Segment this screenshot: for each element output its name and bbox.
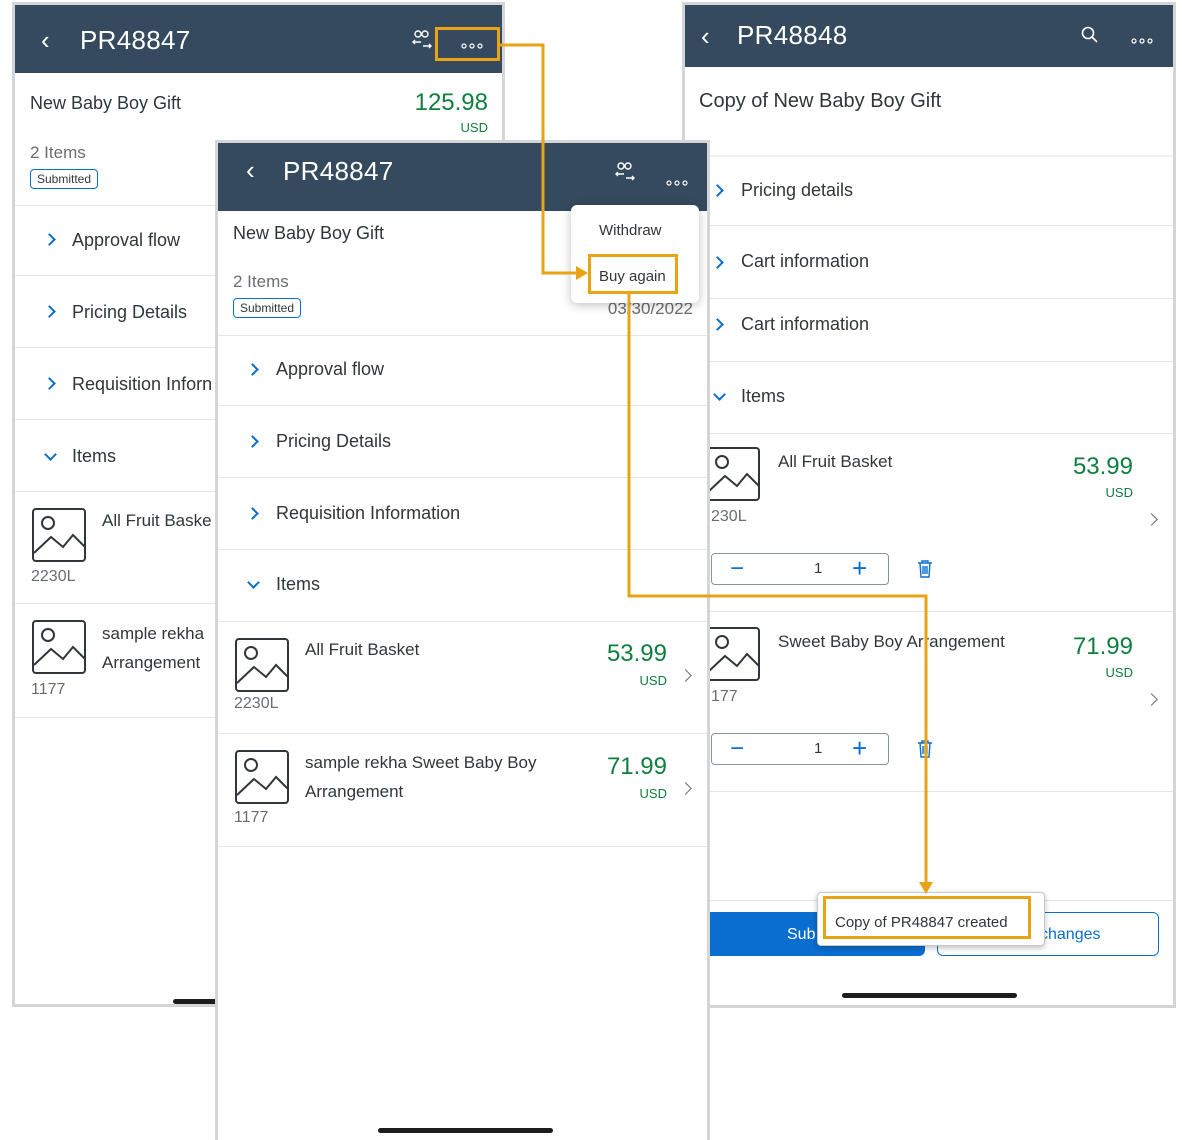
flow-connector-lines: [500, 43, 933, 894]
